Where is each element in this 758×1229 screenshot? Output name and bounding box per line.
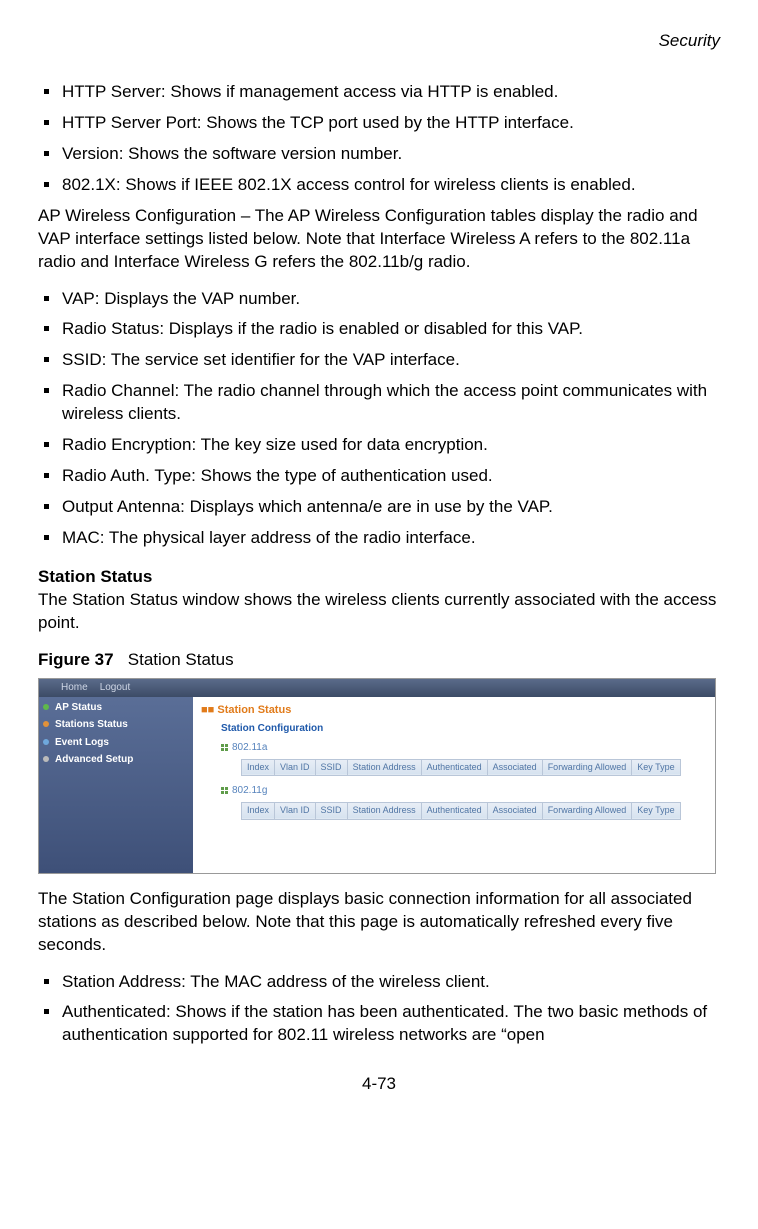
- col-index: Index: [242, 759, 275, 776]
- station-status-intro: The Station Status window shows the wire…: [38, 589, 720, 635]
- screenshot-subtitle: Station Configuration: [199, 722, 709, 740]
- col-vlan-id: Vlan ID: [275, 802, 316, 819]
- list-item: MAC: The physical layer address of the r…: [38, 527, 720, 550]
- col-forwarding-allowed: Forwarding Allowed: [542, 759, 632, 776]
- list-item: Radio Encryption: The key size used for …: [38, 434, 720, 457]
- screenshot-title: ■■ Station Status: [199, 701, 709, 722]
- page-header-section: Security: [38, 30, 720, 53]
- station-config-paragraph: The Station Configuration page displays …: [38, 888, 720, 957]
- station-status-screenshot: Home Logout AP Status Stations Status Ev…: [38, 678, 716, 874]
- figure-caption: Figure 37 Station Status: [38, 649, 720, 672]
- col-vlan-id: Vlan ID: [275, 759, 316, 776]
- bullet-list-b: VAP: Displays the VAP number. Radio Stat…: [38, 288, 720, 550]
- col-index: Index: [242, 802, 275, 819]
- list-item: Authenticated: Shows if the station has …: [38, 1001, 720, 1047]
- table-80211a: Index Vlan ID SSID Station Address Authe…: [241, 759, 681, 777]
- col-key-type: Key Type: [632, 802, 680, 819]
- list-item: SSID: The service set identifier for the…: [38, 349, 720, 372]
- list-item: 802.1X: Shows if IEEE 802.1X access cont…: [38, 174, 720, 197]
- figure-number: Figure 37: [38, 650, 114, 669]
- radio-label-80211a: 802.11a: [199, 739, 709, 759]
- ap-wireless-config-paragraph: AP Wireless Configuration – The AP Wirel…: [38, 205, 720, 274]
- col-station-address: Station Address: [347, 759, 421, 776]
- col-authenticated: Authenticated: [421, 802, 487, 819]
- list-item: HTTP Server: Shows if management access …: [38, 81, 720, 104]
- col-station-address: Station Address: [347, 802, 421, 819]
- col-forwarding-allowed: Forwarding Allowed: [542, 802, 632, 819]
- list-item: Radio Auth. Type: Shows the type of auth…: [38, 465, 720, 488]
- col-key-type: Key Type: [632, 759, 680, 776]
- sidebar-item-event-logs[interactable]: Event Logs: [39, 734, 193, 752]
- list-item: Output Antenna: Displays which antenna/e…: [38, 496, 720, 519]
- list-item: Radio Channel: The radio channel through…: [38, 380, 720, 426]
- col-associated: Associated: [487, 802, 542, 819]
- screenshot-topbar: Home Logout: [39, 679, 715, 697]
- page-number: 4-73: [38, 1073, 720, 1096]
- col-ssid: SSID: [315, 759, 347, 776]
- table-80211g: Index Vlan ID SSID Station Address Authe…: [241, 802, 681, 820]
- radio-label-80211g: 802.11g: [199, 782, 709, 802]
- col-ssid: SSID: [315, 802, 347, 819]
- sidebar-item-ap-status[interactable]: AP Status: [39, 699, 193, 717]
- figure-title: Station Status: [128, 650, 234, 669]
- list-item: Station Address: The MAC address of the …: [38, 971, 720, 994]
- list-item: Radio Status: Displays if the radio is e…: [38, 318, 720, 341]
- list-item: HTTP Server Port: Shows the TCP port use…: [38, 112, 720, 135]
- screenshot-sidebar: AP Status Stations Status Event Logs Adv…: [39, 697, 193, 873]
- sidebar-item-advanced-setup[interactable]: Advanced Setup: [39, 751, 193, 769]
- list-item: VAP: Displays the VAP number.: [38, 288, 720, 311]
- bullet-list-a: HTTP Server: Shows if management access …: [38, 81, 720, 197]
- list-item: Version: Shows the software version numb…: [38, 143, 720, 166]
- screenshot-content: ■■ Station Status Station Configuration …: [193, 697, 715, 873]
- col-associated: Associated: [487, 759, 542, 776]
- table-header-row: Index Vlan ID SSID Station Address Authe…: [242, 759, 681, 776]
- station-status-heading: Station Status: [38, 566, 720, 589]
- bullet-list-c: Station Address: The MAC address of the …: [38, 971, 720, 1048]
- col-authenticated: Authenticated: [421, 759, 487, 776]
- table-header-row: Index Vlan ID SSID Station Address Authe…: [242, 802, 681, 819]
- sidebar-item-stations-status[interactable]: Stations Status: [39, 716, 193, 734]
- logout-link[interactable]: Logout: [100, 681, 131, 695]
- home-link[interactable]: Home: [61, 681, 88, 695]
